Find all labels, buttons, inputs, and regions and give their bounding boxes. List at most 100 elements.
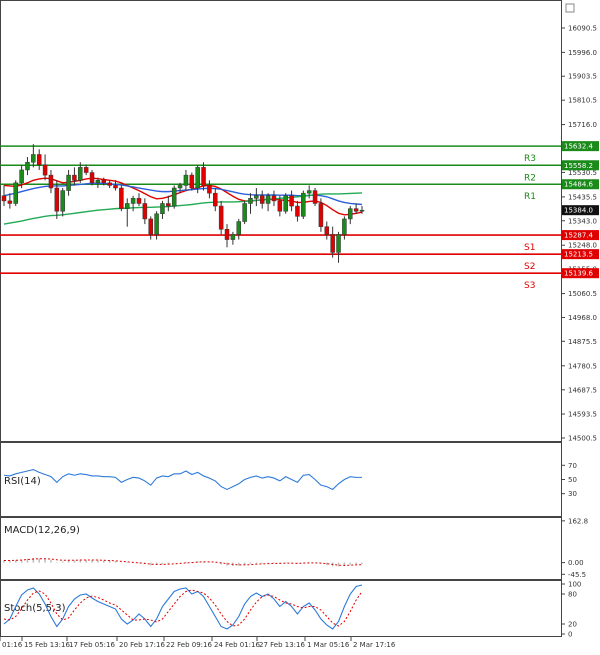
candle: [236, 218, 242, 240]
chart-settings-box[interactable]: [565, 3, 575, 13]
candle: [218, 200, 224, 235]
candle-body: [83, 167, 89, 173]
price-tick-label: 14875.5: [568, 338, 597, 346]
candle: [189, 172, 195, 191]
candle-body: [306, 190, 312, 194]
candle: [265, 193, 271, 212]
candle-body: [230, 234, 236, 240]
candle-body: [301, 192, 306, 217]
candle-body: [277, 200, 283, 212]
time-tick-label: 20 Feb 17:16: [119, 641, 165, 649]
candle: [289, 190, 294, 212]
time-tick-label: 1 Mar 05:16: [307, 641, 350, 649]
level-name-r2: R2: [524, 173, 536, 183]
time-tick-label: 01:16: [2, 641, 23, 649]
candle: [318, 198, 324, 232]
rsi-indicator: 70 50 30: [3, 462, 577, 498]
candle-body: [289, 195, 294, 207]
price-tick-label: 14780.5: [568, 362, 597, 370]
candle-body: [171, 187, 177, 207]
candle-body: [177, 185, 183, 189]
candle-body: [31, 154, 36, 163]
candle: [207, 180, 212, 199]
candle-body: [107, 182, 112, 186]
time-tick-label: 17 Feb 05:16: [69, 641, 115, 649]
candle: [183, 169, 189, 191]
candle-body: [130, 198, 136, 204]
candle-body: [1, 195, 7, 202]
price-tick-label: 15810.5: [568, 97, 597, 105]
candle-body: [342, 218, 347, 235]
candle-body: [318, 203, 324, 227]
candle: [48, 169, 54, 194]
candle: [25, 157, 30, 176]
stochastic-indicator: 100 80 20 0: [3, 581, 581, 639]
trading-chart: 16090.515996.015903.515810.515716.015623…: [0, 0, 599, 649]
candle: [224, 224, 230, 248]
level-price-label: 15484.6: [564, 181, 593, 189]
candle: [42, 154, 48, 181]
level-name-r1: R1: [524, 192, 536, 202]
candle: [171, 185, 177, 209]
time-tick-label: 2 Mar 17:16: [353, 641, 396, 649]
price-tick-label: 14968.0: [568, 314, 597, 322]
candle: [242, 200, 247, 225]
level-price-label: 15632.4: [564, 143, 593, 151]
candle-body: [353, 208, 359, 212]
price-panel-frame: [0, 0, 562, 442]
candle-body: [336, 234, 341, 253]
time-tick-label: 27 Feb 13:16: [259, 641, 305, 649]
candle-body: [295, 205, 300, 217]
stoch-tick-label: 100: [568, 581, 581, 589]
stoch-tick-label: 0: [568, 631, 572, 639]
candle-body: [259, 195, 265, 204]
candle: [271, 190, 277, 207]
rsi-label: RSI(14): [4, 476, 41, 487]
candle: [213, 188, 218, 212]
stoch-tick-label: 80: [568, 591, 577, 599]
price-tick-label: 15343.0: [568, 217, 597, 225]
current-price: 15384.0: [562, 205, 599, 216]
level-name-s1: S1: [524, 243, 535, 253]
candle-body: [201, 167, 206, 186]
candle: [230, 231, 236, 245]
level-name-s2: S2: [524, 262, 535, 272]
candle: [31, 144, 36, 168]
candle: [119, 185, 124, 212]
candle: [348, 206, 353, 225]
candle: [7, 193, 13, 209]
rsi-tick-label: 50: [568, 476, 577, 484]
candle-body: [254, 195, 259, 199]
candle-body: [224, 229, 230, 240]
macd-tick-label: 162.8: [568, 517, 588, 525]
candle-body: [36, 154, 42, 166]
candle: [60, 188, 65, 217]
candle-body: [19, 169, 24, 184]
candle-body: [359, 209, 365, 212]
candle-body: [160, 203, 165, 215]
macd-tick-label: 0.00: [568, 559, 584, 567]
price-tick-label: 15435.5: [568, 193, 597, 201]
level-name-r3: R3: [524, 154, 536, 164]
level-price-label: 15213.5: [564, 251, 593, 259]
candle-body: [183, 174, 189, 186]
candle: [136, 193, 142, 207]
time-tick-label: 24 Feb 01:16: [214, 641, 260, 649]
candle: [342, 216, 347, 240]
candle: [160, 200, 165, 219]
candle: [142, 198, 148, 225]
candle-body: [248, 198, 253, 204]
candle-body: [142, 203, 148, 220]
candle-body: [330, 234, 335, 253]
candle: [248, 193, 253, 214]
rsi-tick-label: 70: [568, 462, 577, 470]
candle-body: [148, 218, 153, 235]
candle-body: [136, 198, 142, 204]
candle: [283, 193, 288, 214]
candle-body: [324, 226, 330, 235]
level-price-label: 15558.2: [564, 162, 593, 170]
price-tick-label: 15060.5: [568, 290, 597, 298]
candle-body: [283, 195, 288, 212]
candle-body: [236, 221, 242, 235]
candle: [124, 198, 130, 227]
